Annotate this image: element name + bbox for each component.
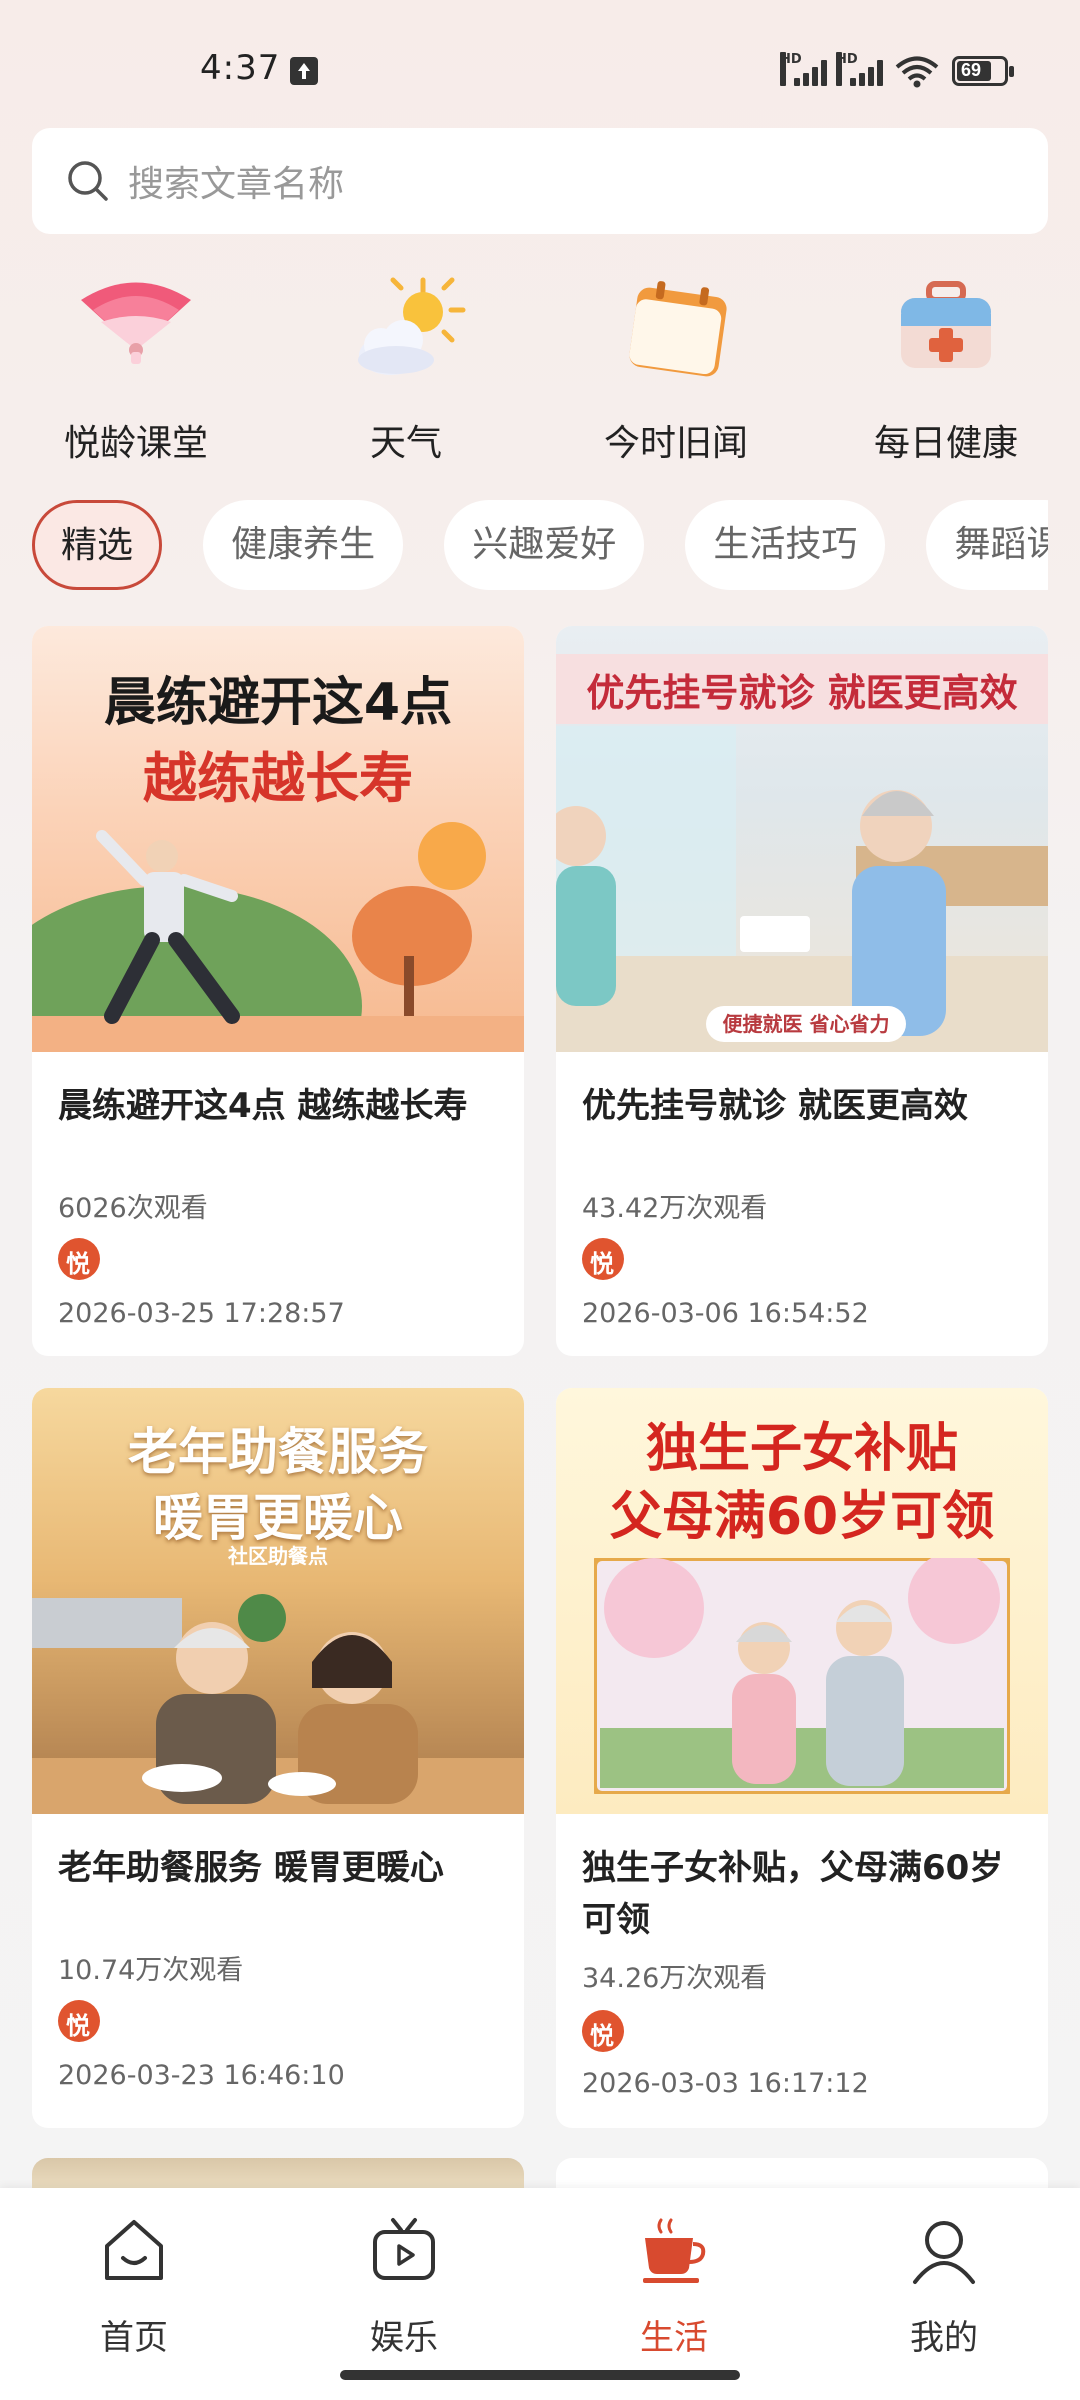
morning-exercise-illustration [32, 822, 524, 1052]
quick-entries: 悦龄课堂 天气 今时旧闻 每日健康 [0, 270, 1080, 470]
thumbnail-headline: 优先挂号就诊 就医更高效 [586, 671, 1018, 715]
nav-label: 我的 [910, 2318, 978, 2358]
article-date: 2026-03-25 17:28:57 [58, 1298, 345, 1329]
article-views: 43.42万次观看 [582, 1193, 768, 1224]
quick-entry-label: 悦龄课堂 [63, 423, 208, 464]
weather-icon [358, 277, 466, 375]
article-date: 2026-03-06 16:54:52 [582, 1298, 869, 1329]
coffee-cup-icon [643, 2218, 706, 2283]
search-bar[interactable]: 搜索文章名称 [32, 128, 1048, 234]
article-thumbnail: 老年助餐服务 暖胃更暖心 社区助餐点 [32, 1388, 524, 1814]
article-views: 6026次观看 [58, 1193, 208, 1224]
article-title[interactable]: 晨练避开这4点 越练越长寿 [32, 1052, 524, 1132]
article-card[interactable]: 晨练避开这4点 越练越长寿 晨练避开这4点 越练越长寿 6026次观看 2026… [32, 626, 524, 1356]
nav-home[interactable]: 首页 [34, 2216, 234, 2359]
thumbnail-caption: 社区助餐点 [228, 1544, 328, 1568]
tv-icon [373, 2218, 435, 2280]
quick-entry-old-news[interactable]: 今时旧闻 [566, 270, 786, 466]
thumbnail-headline: 越练越长寿 [143, 747, 413, 810]
tab-health[interactable]: 健康养生 [203, 500, 404, 590]
nav-entertainment[interactable]: 娱乐 [304, 2216, 504, 2359]
quick-entry-label: 今时旧闻 [603, 423, 748, 464]
signal-icon: HD [836, 52, 883, 86]
thumbnail-caption: 便捷就医 省心省力 [722, 1012, 890, 1036]
tab-life-tips[interactable]: 生活技巧 [685, 500, 886, 590]
article-title[interactable]: 独生子女补贴，父母满60岁可领 [556, 1814, 1048, 1946]
status-time: 4:37 [200, 48, 281, 88]
nav-label: 生活 [640, 2318, 708, 2358]
dining-illustration [32, 1594, 524, 1814]
publisher-logo-icon [58, 2000, 100, 2042]
article-card[interactable]: 老年助餐服务 暖胃更暖心 社区助餐点 老年助餐服务 暖胃更暖心 10.74万次观… [32, 1388, 524, 2128]
nav-label: 娱乐 [370, 2318, 438, 2358]
article-date: 2026-03-03 16:17:12 [582, 2068, 869, 2099]
signal-icon: HD [780, 52, 827, 86]
quick-entry-label: 天气 [369, 423, 442, 464]
status-bar: 4:37 HD HD 69 [0, 0, 1080, 130]
publisher-logo-icon [582, 2010, 624, 2052]
article-views: 10.74万次观看 [58, 1955, 244, 1986]
search-placeholder[interactable]: 搜索文章名称 [128, 155, 344, 207]
article-thumbnail: 优先挂号就诊 就医更高效 便捷就医 省心省力 [556, 626, 1048, 1052]
article-card[interactable]: 独生子女补贴 父母满60岁可领 独生子女补贴，父母满60岁可领 34.26万次观… [556, 1388, 1048, 2128]
article-title[interactable]: 老年助餐服务 暖胃更暖心 [32, 1814, 524, 1894]
hospital-illustration [556, 726, 1048, 1052]
battery-icon: 69 [952, 56, 1014, 86]
article-card[interactable]: 优先挂号就诊 就医更高效 便捷就医 省心省力 优先挂号就诊 就医更高效 43.4… [556, 626, 1048, 1356]
bottom-navigation: 首页 娱乐 生活 我的 [0, 2188, 1080, 2400]
calendar-icon [629, 281, 727, 377]
fan-icon [81, 282, 191, 364]
thumbnail-headline: 老年助餐服务 [128, 1423, 428, 1481]
nav-mine[interactable]: 我的 [844, 2216, 1044, 2359]
quick-entry-daily-health[interactable]: 每日健康 [836, 270, 1056, 466]
nav-label: 首页 [100, 2318, 168, 2358]
tab-hobbies[interactable]: 兴趣爱好 [444, 500, 645, 590]
article-date: 2026-03-23 16:46:10 [58, 2060, 345, 2091]
article-title[interactable]: 优先挂号就诊 就医更高效 [556, 1052, 1048, 1132]
quick-entry-label: 每日健康 [873, 423, 1018, 464]
wifi-icon [895, 56, 939, 88]
thumbnail-headline: 父母满60岁可领 [609, 1487, 995, 1547]
quick-entry-yueling-class[interactable]: 悦龄课堂 [26, 270, 246, 466]
home-indicator[interactable] [340, 2370, 740, 2380]
article-thumbnail: 独生子女补贴 父母满60岁可领 [556, 1388, 1048, 1814]
tab-featured[interactable]: 精选 [32, 500, 163, 590]
home-icon [105, 2220, 163, 2280]
publisher-logo-icon [582, 1238, 624, 1280]
article-views: 34.26万次观看 [582, 1963, 768, 1994]
thumbnail-headline: 晨练避开这4点 [103, 673, 453, 733]
couple-illustration [594, 1558, 1010, 1794]
nav-life[interactable]: 生活 [574, 2216, 774, 2359]
article-thumbnail: 晨练避开这4点 越练越长寿 [32, 626, 524, 1052]
user-icon [913, 2221, 975, 2284]
publisher-logo-icon [58, 1238, 100, 1280]
upload-icon [290, 57, 318, 85]
search-icon [68, 161, 108, 201]
category-tabs: 精选 健康养生 兴趣爱好 生活技巧 舞蹈课 [32, 500, 1048, 594]
tab-dance[interactable]: 舞蹈课 [926, 500, 1048, 590]
quick-entry-weather[interactable]: 天气 [296, 270, 516, 466]
thumbnail-headline: 独生子女补贴 [645, 1419, 958, 1479]
medical-kit-icon [901, 281, 991, 368]
